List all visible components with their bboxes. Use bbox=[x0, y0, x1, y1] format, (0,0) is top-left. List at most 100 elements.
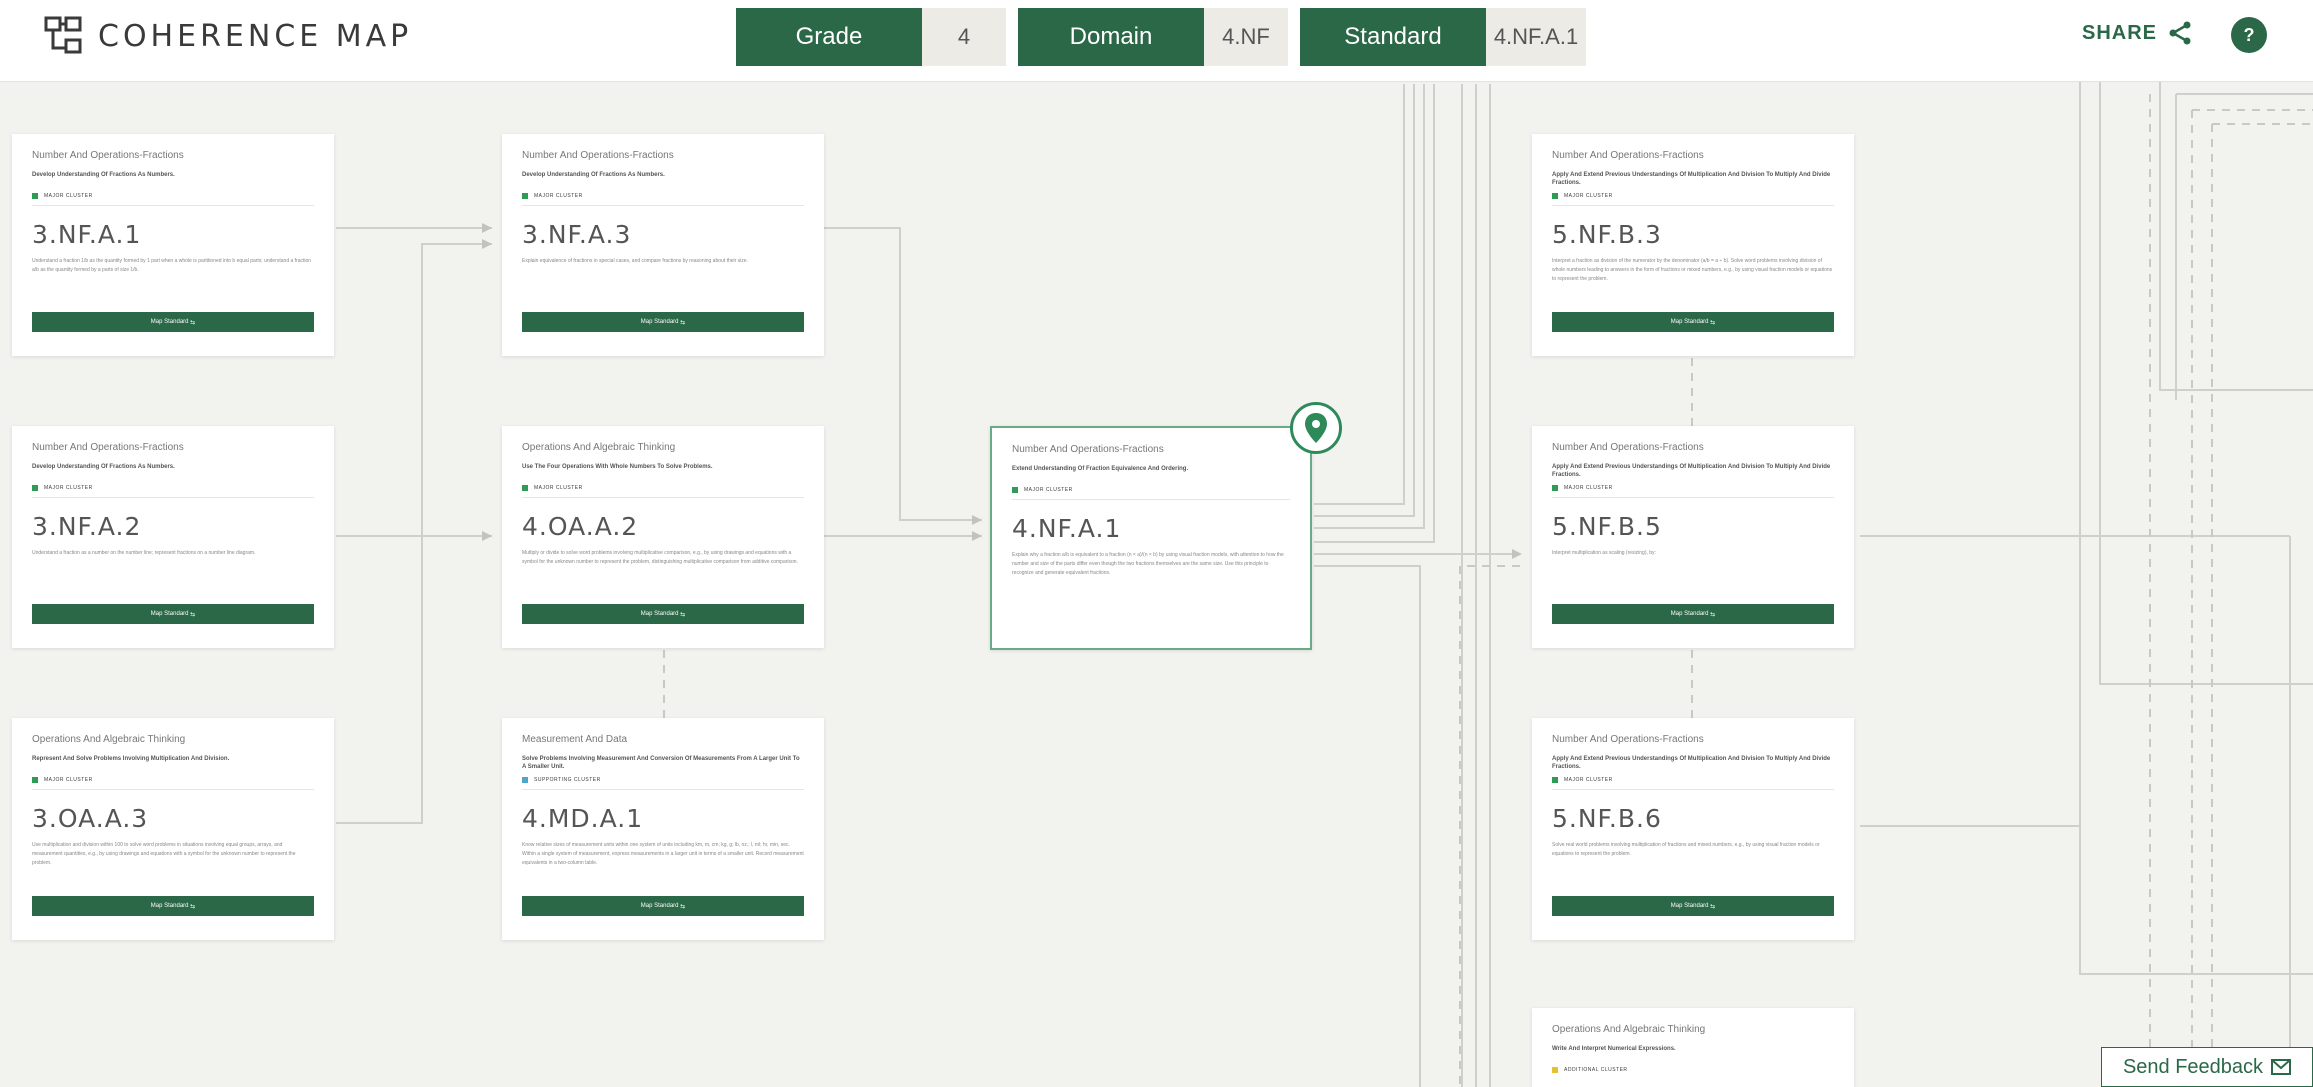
standard-description: Understand a fraction as a number on the… bbox=[32, 550, 256, 556]
coherence-map-logo-icon bbox=[44, 16, 82, 54]
major-cluster-icon bbox=[32, 485, 38, 491]
top-bar: COHERENCE MAP Grade 4 Domain 4.NF Standa… bbox=[0, 0, 2313, 82]
standard-code: 3.NF.A.3 bbox=[522, 220, 632, 249]
cluster-tag: SUPPORTING CLUSTER bbox=[522, 777, 804, 783]
card-domain: Operations And Algebraic Thinking bbox=[522, 442, 676, 453]
grade-selector-value[interactable]: 4 bbox=[922, 8, 1006, 66]
standard-card-5-nf-b-6[interactable]: Number And Operations-Fractions Apply An… bbox=[1532, 718, 1854, 940]
cluster-tag: MAJOR CLUSTER bbox=[32, 777, 314, 783]
map-standard-button[interactable]: Map Standard ⇆ bbox=[32, 312, 314, 332]
standard-description: Explain equivalence of fractions in spec… bbox=[522, 258, 748, 264]
major-cluster-icon bbox=[1552, 485, 1558, 491]
standard-description: Multiply or divide to solve word problem… bbox=[522, 550, 798, 565]
map-standard-button[interactable]: Map Standard ⇆ bbox=[32, 896, 314, 916]
map-standard-button[interactable]: Map Standard ⇆ bbox=[1552, 312, 1834, 332]
supporting-cluster-icon bbox=[522, 777, 528, 783]
cluster-tag: MAJOR CLUSTER bbox=[32, 485, 314, 491]
standard-description: Use multiplication and division within 1… bbox=[32, 842, 296, 866]
standard-card-partial[interactable]: Operations And Algebraic Thinking Write … bbox=[1532, 1008, 1854, 1087]
cluster-tag: MAJOR CLUSTER bbox=[1552, 193, 1834, 199]
send-feedback-button[interactable]: Send Feedback bbox=[2101, 1047, 2313, 1087]
map-standard-button[interactable]: Map Standard ⇆ bbox=[522, 312, 804, 332]
standard-card-3-nf-a-2[interactable]: Number And Operations-Fractions Develop … bbox=[12, 426, 334, 648]
standard-card-5-nf-b-5[interactable]: Number And Operations-Fractions Apply An… bbox=[1532, 426, 1854, 648]
cluster-tag: MAJOR CLUSTER bbox=[522, 193, 804, 199]
share-label: SHARE bbox=[2082, 21, 2158, 44]
card-domain: Number And Operations-Fractions bbox=[1552, 734, 1704, 745]
standard-code: 4.MD.A.1 bbox=[522, 804, 644, 833]
standard-card-3-nf-a-1[interactable]: Number And Operations-Fractions Develop … bbox=[12, 134, 334, 356]
standard-card-4-md-a-1[interactable]: Measurement And Data Solve Problems Invo… bbox=[502, 718, 824, 940]
standard-card-3-oa-a-3[interactable]: Operations And Algebraic Thinking Repres… bbox=[12, 718, 334, 940]
standard-code: 5.NF.B.6 bbox=[1552, 804, 1662, 833]
card-cluster: Extend Understanding Of Fraction Equival… bbox=[1012, 466, 1189, 472]
divider bbox=[522, 497, 804, 498]
standard-description: Interpret a fraction as division of the … bbox=[1552, 258, 1833, 282]
card-domain: Number And Operations-Fractions bbox=[1012, 444, 1164, 455]
cluster-tag: MAJOR CLUSTER bbox=[1552, 485, 1834, 491]
standard-selector-value[interactable]: 4.NF.A.1 bbox=[1486, 8, 1586, 66]
map-standard-button[interactable]: Map Standard ⇆ bbox=[522, 604, 804, 624]
cluster-tag: MAJOR CLUSTER bbox=[522, 485, 804, 491]
standard-filters: Grade 4 Domain 4.NF Standard 4.NF.A.1 bbox=[736, 8, 1586, 66]
card-cluster: Solve Problems Involving Measurement And… bbox=[522, 756, 800, 770]
major-cluster-icon bbox=[522, 485, 528, 491]
standard-description: Explain why a fraction a/b is equivalent… bbox=[1012, 552, 1284, 576]
standard-selector-label[interactable]: Standard bbox=[1300, 8, 1486, 66]
card-cluster: Apply And Extend Previous Understandings… bbox=[1552, 464, 1831, 478]
cluster-tag: MAJOR CLUSTER bbox=[1552, 777, 1834, 783]
divider bbox=[522, 789, 804, 790]
app-title: COHERENCE MAP bbox=[98, 18, 413, 54]
share-button[interactable]: SHARE bbox=[2082, 20, 2193, 46]
major-cluster-icon bbox=[522, 193, 528, 199]
card-cluster: Develop Understanding Of Fractions As Nu… bbox=[32, 464, 175, 470]
logo[interactable]: COHERENCE MAP bbox=[44, 14, 412, 58]
standard-code: 4.OA.A.2 bbox=[522, 512, 639, 541]
domain-selector-value[interactable]: 4.NF bbox=[1204, 8, 1288, 66]
card-cluster: Apply And Extend Previous Understandings… bbox=[1552, 172, 1831, 186]
standard-description: Know relative sizes of measurement units… bbox=[522, 842, 804, 866]
card-domain: Measurement And Data bbox=[522, 734, 628, 745]
major-cluster-icon bbox=[32, 777, 38, 783]
help-button[interactable]: ? bbox=[2231, 17, 2267, 53]
major-cluster-icon bbox=[1012, 487, 1018, 493]
mail-icon bbox=[2271, 1059, 2292, 1075]
card-cluster: Use The Four Operations With Whole Numbe… bbox=[522, 464, 713, 470]
standard-code: 3.NF.A.2 bbox=[32, 512, 142, 541]
card-domain: Number And Operations-Fractions bbox=[32, 150, 184, 161]
current-standard-card-4-nf-a-1[interactable]: Number And Operations-Fractions Extend U… bbox=[990, 426, 1312, 650]
divider bbox=[1012, 499, 1290, 500]
standard-card-3-nf-a-3[interactable]: Number And Operations-Fractions Develop … bbox=[502, 134, 824, 356]
major-cluster-icon bbox=[1552, 777, 1558, 783]
major-cluster-icon bbox=[32, 193, 38, 199]
standard-code: 5.NF.B.3 bbox=[1552, 220, 1662, 249]
card-cluster: Represent And Solve Problems Involving M… bbox=[32, 756, 230, 762]
divider bbox=[32, 205, 314, 206]
standard-description: Understand a fraction 1/b as the quantit… bbox=[32, 258, 312, 273]
standard-description: Solve real world problems involving mult… bbox=[1552, 842, 1820, 857]
card-cluster: Develop Understanding Of Fractions As Nu… bbox=[32, 172, 175, 178]
standard-code: 3.NF.A.1 bbox=[32, 220, 142, 249]
map-standard-button[interactable]: Map Standard ⇆ bbox=[1552, 896, 1834, 916]
standard-code: 3.OA.A.3 bbox=[32, 804, 149, 833]
card-domain: Number And Operations-Fractions bbox=[522, 150, 674, 161]
divider bbox=[1552, 205, 1834, 206]
divider bbox=[32, 789, 314, 790]
map-standard-button[interactable]: Map Standard ⇆ bbox=[522, 896, 804, 916]
domain-selector-label[interactable]: Domain bbox=[1018, 8, 1204, 66]
map-standard-button[interactable]: Map Standard ⇆ bbox=[1552, 604, 1834, 624]
cluster-tag: MAJOR CLUSTER bbox=[1012, 487, 1290, 493]
location-pin-icon bbox=[1305, 413, 1327, 443]
card-cluster: Develop Understanding Of Fractions As Nu… bbox=[522, 172, 665, 178]
divider bbox=[522, 205, 804, 206]
map-standard-button[interactable]: Map Standard ⇆ bbox=[32, 604, 314, 624]
additional-cluster-icon bbox=[1552, 1067, 1558, 1073]
card-cluster: Write And Interpret Numerical Expression… bbox=[1552, 1046, 1676, 1052]
grade-selector-label[interactable]: Grade bbox=[736, 8, 922, 66]
cluster-tag: ADDITIONAL CLUSTER bbox=[1552, 1067, 1834, 1073]
major-cluster-icon bbox=[1552, 193, 1558, 199]
standard-card-5-nf-b-3[interactable]: Number And Operations-Fractions Apply An… bbox=[1532, 134, 1854, 356]
card-domain: Operations And Algebraic Thinking bbox=[32, 734, 186, 745]
standard-card-4-oa-a-2[interactable]: Operations And Algebraic Thinking Use Th… bbox=[502, 426, 824, 648]
card-domain: Number And Operations-Fractions bbox=[1552, 150, 1704, 161]
